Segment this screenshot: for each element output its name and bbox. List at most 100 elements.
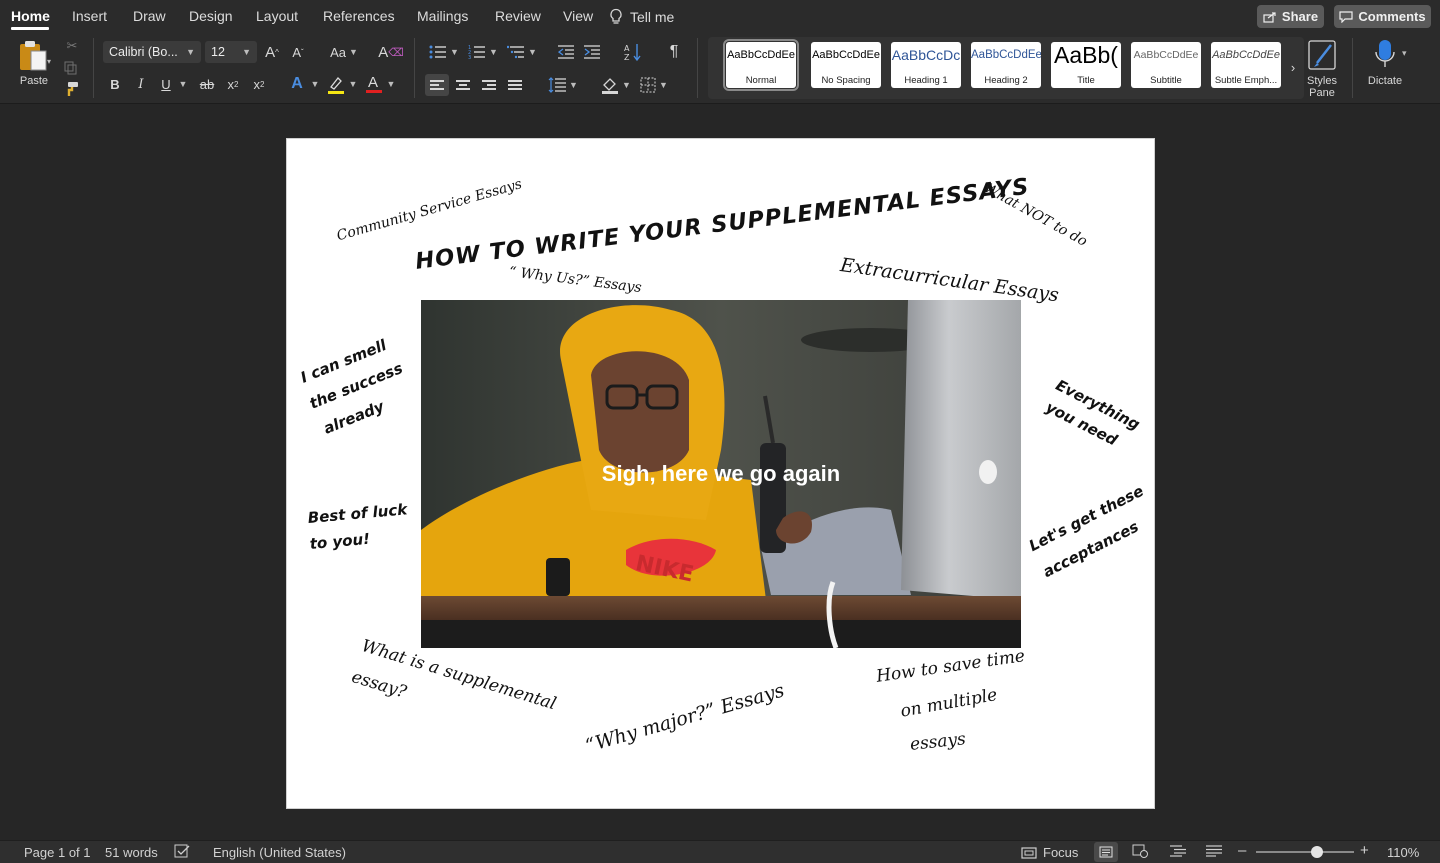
document-page[interactable]: Community Service Essays What NOT to do …: [286, 138, 1155, 809]
draft-view-icon[interactable]: [1206, 845, 1222, 860]
tab-home[interactable]: Home: [11, 8, 50, 24]
style-no-spacing[interactable]: AaBbCcDdEe No Spacing: [811, 42, 881, 88]
style-title[interactable]: AaBb( Title: [1051, 42, 1121, 88]
increase-indent-icon[interactable]: [582, 42, 602, 62]
font-color-icon[interactable]: A: [364, 72, 384, 96]
styles-more-chevron-icon[interactable]: ›: [1286, 57, 1300, 77]
decrease-indent-icon[interactable]: [556, 42, 576, 62]
superscript-button[interactable]: x2: [250, 74, 268, 94]
svg-text:A: A: [368, 74, 378, 91]
style-heading-1[interactable]: AaBbCcDc Heading 1: [891, 42, 961, 88]
format-painter-icon[interactable]: [62, 80, 80, 98]
zoom-slider-thumb[interactable]: [1310, 846, 1323, 858]
grow-font-icon[interactable]: A ^: [262, 42, 282, 62]
note-community-service: Community Service Essays: [335, 176, 524, 245]
chevron-down-icon: ▼: [242, 47, 251, 57]
focus-button[interactable]: Focus: [1021, 845, 1078, 860]
underline-button[interactable]: U: [157, 74, 175, 94]
styles-gallery: AaBbCcDdEe Normal AaBbCcDdEe No Spacing …: [708, 37, 1304, 99]
text-effects-icon[interactable]: A: [288, 74, 306, 94]
zoom-slider-track[interactable]: [1256, 851, 1354, 853]
zoom-level[interactable]: 110%: [1387, 845, 1419, 860]
style-subtitle[interactable]: AaBbCcDdEe Subtitle: [1131, 42, 1201, 88]
multilevel-list-button[interactable]: ▼: [504, 42, 540, 62]
tab-draw[interactable]: Draw: [133, 8, 166, 24]
note-why-major: “Why major?” Essays: [583, 679, 787, 758]
font-name-dropdown[interactable]: Calibri (Bo... ▼: [103, 41, 201, 63]
tell-me-search[interactable]: Tell me: [609, 8, 674, 25]
print-layout-view-button[interactable]: [1094, 842, 1118, 862]
line-spacing-button[interactable]: ▼: [545, 74, 581, 96]
share-button[interactable]: Share: [1257, 5, 1324, 28]
sort-icon[interactable]: AZ: [622, 41, 644, 63]
focus-icon: [1021, 846, 1037, 859]
tab-review[interactable]: Review: [495, 8, 541, 24]
comments-button[interactable]: Comments: [1334, 5, 1431, 28]
tab-insert[interactable]: Insert: [72, 8, 107, 24]
ribbon-home: ▾ Paste ✂ Calibri (Bo... ▼ 12 ▼ A ^ Aˇ Aa ▼ …: [0, 32, 1440, 104]
borders-button[interactable]: ▼: [637, 74, 671, 96]
chevron-down-icon[interactable]: ▼: [176, 74, 190, 94]
align-left-button[interactable]: [425, 74, 449, 96]
photo-illustration: NIKE Sigh, here we go again: [421, 300, 1021, 648]
svg-text:3: 3: [468, 55, 471, 59]
proofing-icon[interactable]: [174, 844, 190, 861]
style-name: Subtle Emph...: [1214, 75, 1278, 86]
cut-icon[interactable]: ✂: [64, 38, 80, 54]
align-center-button[interactable]: [452, 74, 474, 96]
zoom-out-button[interactable]: –: [1238, 842, 1246, 859]
bold-button[interactable]: B: [106, 74, 124, 94]
comment-icon: [1339, 10, 1354, 23]
chevron-down-icon[interactable]: ▼: [346, 74, 360, 94]
note-save-time-line-3: essays: [909, 729, 967, 755]
tab-view[interactable]: View: [563, 8, 593, 24]
note-save-time-line-2: on multiple: [899, 685, 999, 722]
strikethrough-button[interactable]: ab: [196, 74, 218, 94]
chevron-down-icon[interactable]: ▼: [308, 74, 322, 94]
web-layout-view-icon[interactable]: [1132, 844, 1148, 861]
zoom-in-button[interactable]: +: [1360, 842, 1369, 859]
separator: [697, 38, 698, 98]
word-count[interactable]: 51 words: [105, 845, 158, 860]
clear-formatting-icon[interactable]: A ⌫: [378, 42, 404, 62]
ribbon-tab-bar: Home Insert Draw Design Layout Reference…: [0, 0, 1440, 32]
numbering-button[interactable]: 1 2 3 ▼: [465, 42, 501, 62]
copy-icon[interactable]: [63, 60, 79, 76]
paste-button[interactable]: ▾: [12, 38, 56, 74]
styles-pane-icon[interactable]: [1306, 38, 1338, 72]
status-bar: Page 1 of 1 51 words English (United Sta…: [0, 840, 1440, 863]
chevron-down-icon[interactable]: ▼: [384, 74, 398, 94]
align-right-button[interactable]: [478, 74, 500, 96]
style-subtle-emphasis[interactable]: AaBbCcDdEe Subtle Emph...: [1211, 42, 1281, 88]
tab-design[interactable]: Design: [189, 8, 233, 24]
font-size-dropdown[interactable]: 12 ▼: [205, 41, 257, 63]
shading-button[interactable]: ▼: [599, 74, 633, 96]
bullets-button[interactable]: ▼: [426, 42, 462, 62]
style-sample: AaBb(: [1054, 42, 1118, 68]
language[interactable]: English (United States): [213, 845, 346, 860]
dictate-button[interactable]: ▾: [1366, 36, 1414, 72]
dictate-label: Dictate: [1367, 75, 1403, 87]
shrink-font-icon[interactable]: Aˇ: [288, 42, 308, 62]
style-heading-2[interactable]: AaBbCcDdEe Heading 2: [971, 42, 1041, 88]
tab-references[interactable]: References: [323, 8, 395, 24]
highlight-icon[interactable]: [326, 74, 346, 96]
separator: [1352, 38, 1353, 98]
chevron-down-icon: ▼: [622, 80, 631, 90]
justify-button[interactable]: [504, 74, 526, 96]
chevron-down-icon: ▼: [659, 80, 668, 90]
change-case-button[interactable]: Aa ▼: [326, 42, 362, 62]
style-normal[interactable]: AaBbCcDdEe Normal: [723, 39, 799, 91]
note-what-is-line-2: essay?: [349, 667, 409, 703]
embedded-photo[interactable]: NIKE Sigh, here we go again: [421, 300, 1021, 648]
tab-layout[interactable]: Layout: [256, 8, 298, 24]
paste-label: Paste: [19, 75, 49, 87]
subscript-button[interactable]: x2: [224, 74, 242, 94]
italic-button[interactable]: I: [132, 74, 150, 94]
outline-view-icon[interactable]: [1170, 845, 1186, 860]
paste-icon: ▾: [20, 41, 51, 71]
tab-mailings[interactable]: Mailings: [417, 8, 468, 24]
print-layout-icon: [1099, 846, 1113, 858]
show-formatting-marks-icon[interactable]: ¶: [664, 42, 684, 62]
page-count[interactable]: Page 1 of 1: [24, 845, 91, 860]
